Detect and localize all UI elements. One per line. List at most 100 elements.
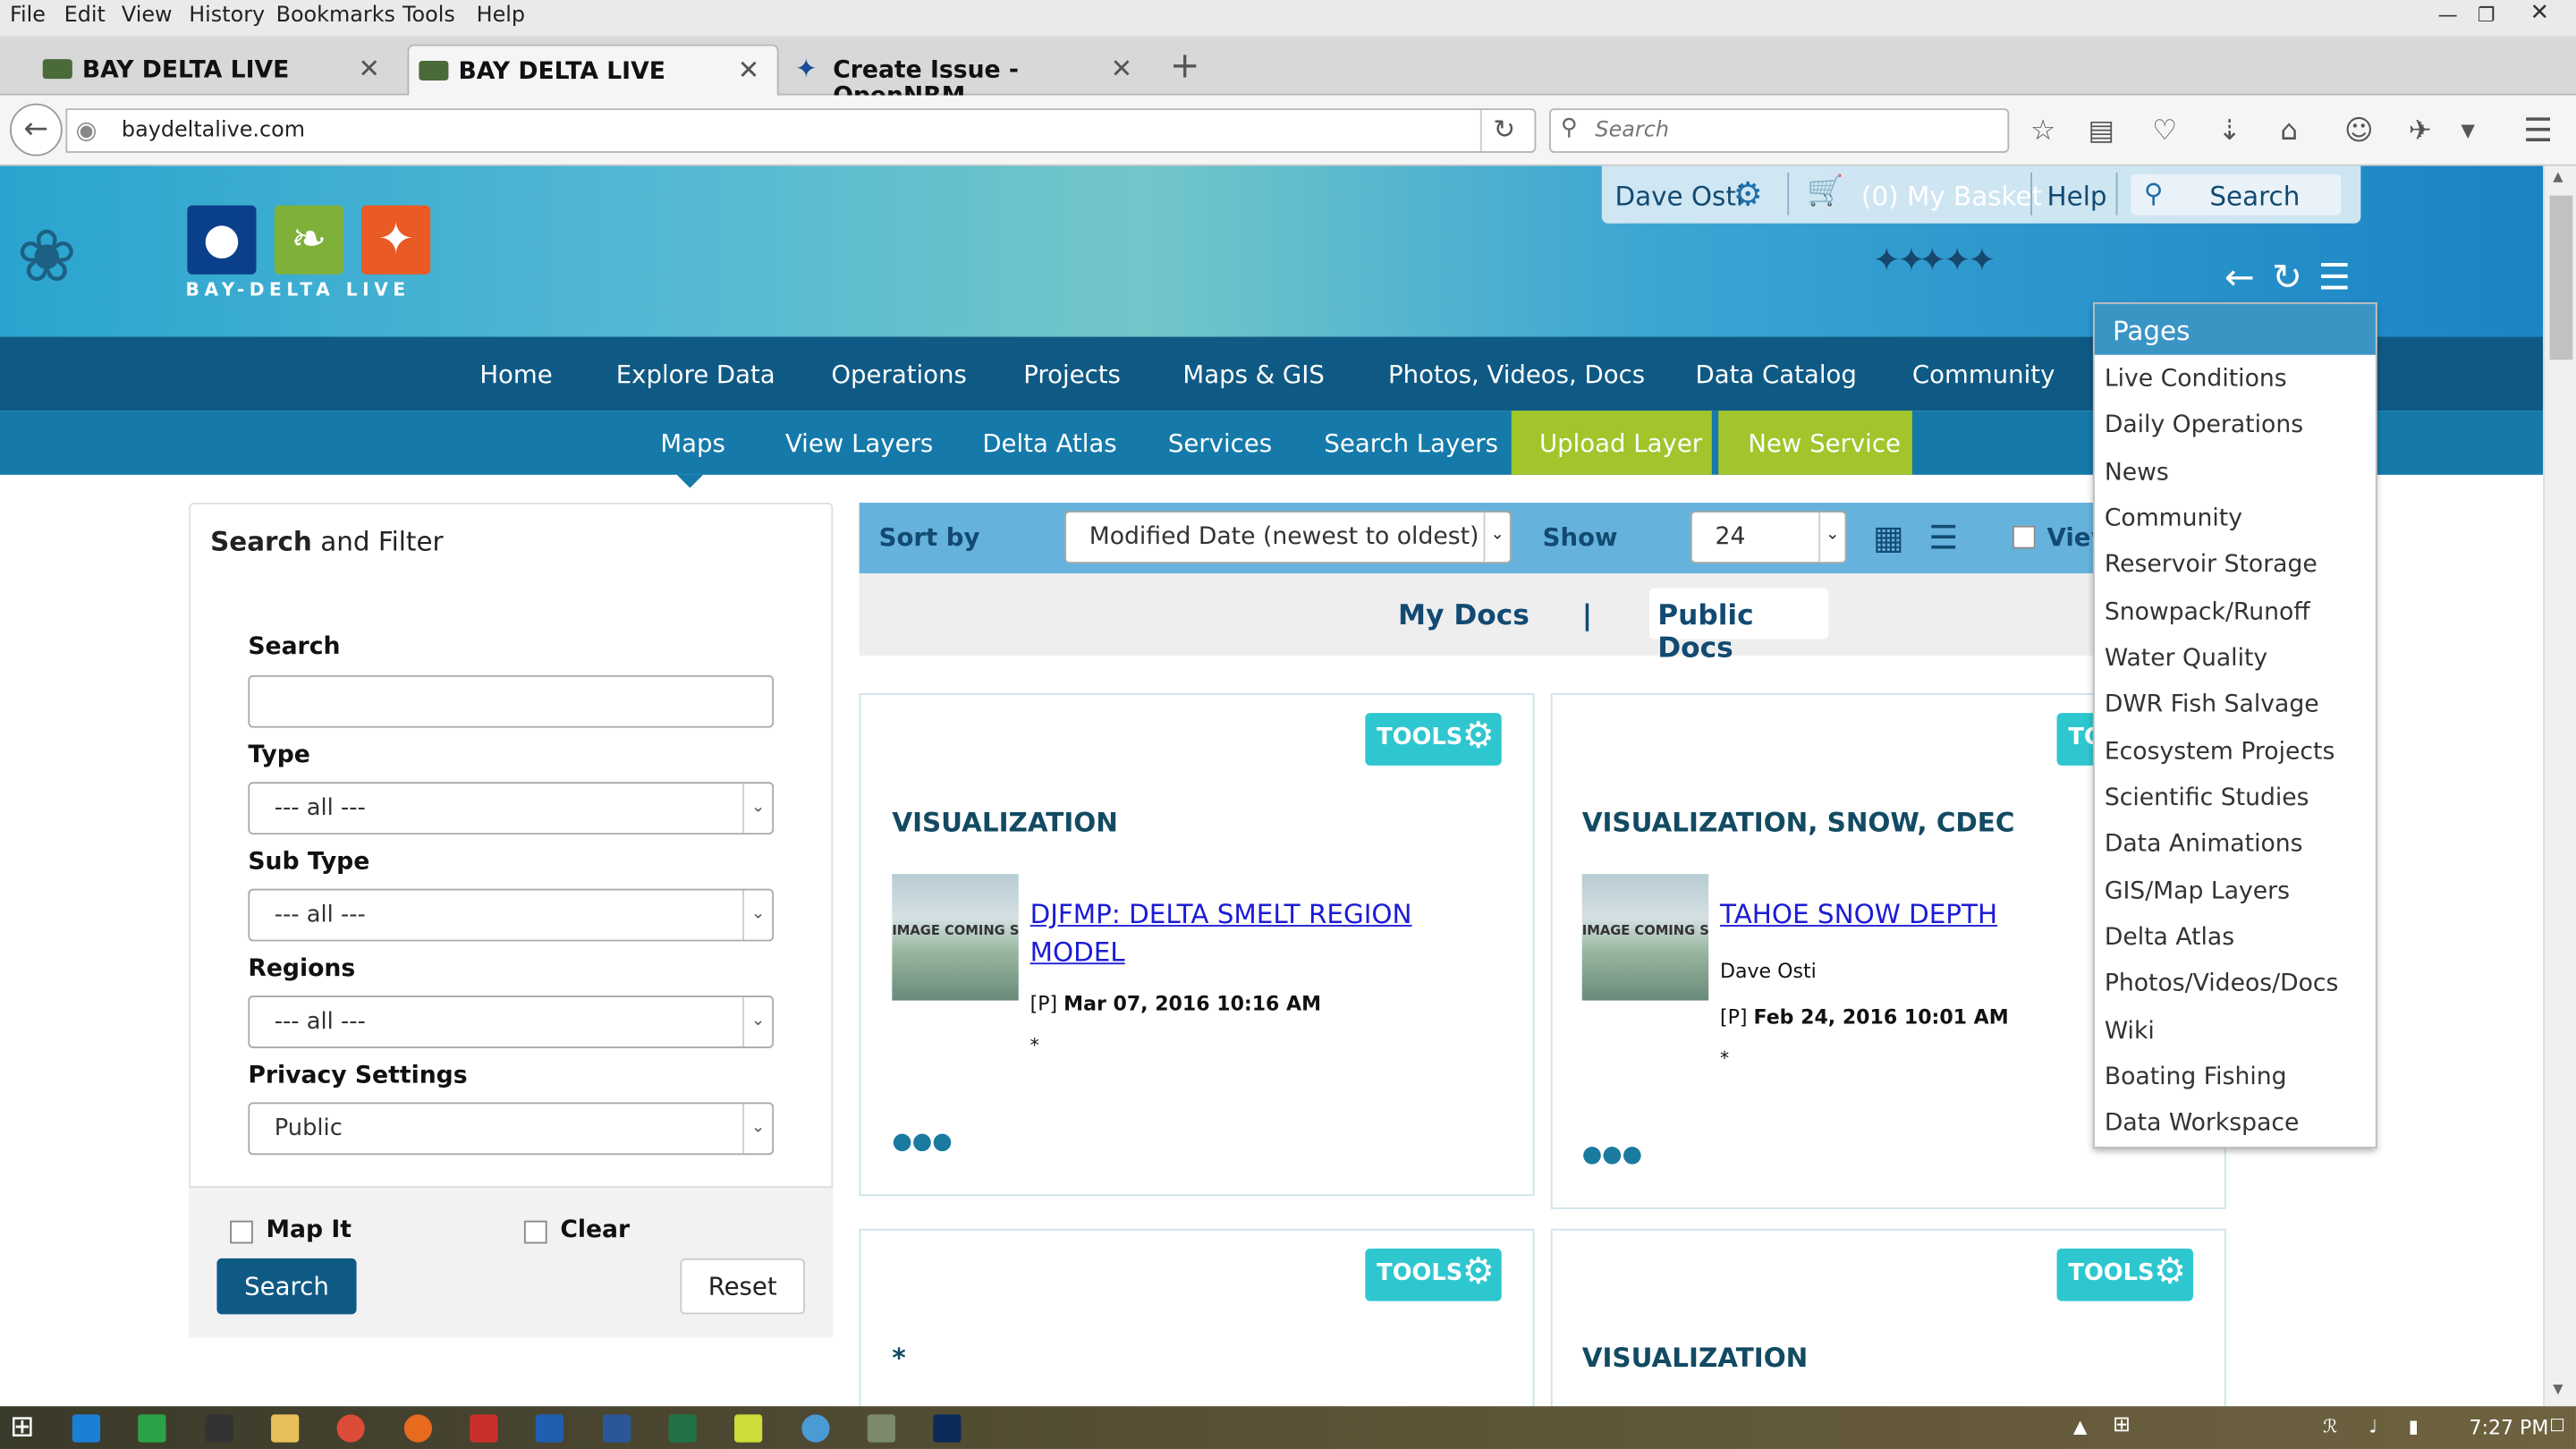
upload-layer-button[interactable]: Upload Layer [1511,411,1712,475]
pages-item[interactable]: Data Animations [2105,831,2303,857]
ie-icon[interactable] [72,1414,101,1443]
menu-tools[interactable]: Tools [402,4,455,29]
minimize-icon[interactable]: — [2438,4,2458,27]
type-select[interactable]: --- all --- ⌄ [248,782,775,835]
list-menu-icon[interactable]: ☰ [2318,258,2351,299]
hamburger-menu-icon[interactable]: ☰ [2523,110,2553,149]
outlook-icon[interactable] [535,1414,564,1443]
volume-icon[interactable]: ♩ [2369,1416,2378,1437]
user-name[interactable]: Dave Osti [1614,181,1743,212]
subnav-maps[interactable]: Maps [660,428,725,458]
back-arrow-icon[interactable]: ← [2224,258,2255,299]
tray-up-icon[interactable]: ▲ [2073,1416,2088,1437]
menu-help[interactable]: Help [477,4,525,29]
leaf-logo-icon[interactable]: ❧ [274,205,343,275]
nav-explore-data[interactable]: Explore Data [616,360,775,389]
home-icon[interactable]: ⌂ [2280,115,2298,148]
tab-close-icon[interactable]: ✕ [738,55,760,86]
acrobat-icon[interactable] [470,1414,498,1443]
restore-icon[interactable]: ❐ [2478,4,2496,27]
map-app-icon[interactable] [867,1414,896,1443]
scroll-up-icon[interactable]: ▲ [2553,169,2563,184]
menu-history[interactable]: History [189,4,265,29]
public-docs-tab[interactable]: Public Docs [1649,588,1829,665]
photoshop-icon[interactable] [933,1414,962,1443]
pages-item[interactable]: Wiki [2105,1019,2155,1045]
gear-icon[interactable]: ⚙ [1733,174,1763,214]
bookmark-star-icon[interactable]: ☆ [2030,115,2055,148]
extension-icon[interactable]: ✈ [2409,115,2432,148]
tools-button[interactable]: TOOLS⚙ [2056,1248,2193,1301]
pages-item[interactable]: Community [2105,506,2242,532]
tools-button[interactable]: TOOLS⚙ [1365,713,1502,766]
tab-close-icon[interactable]: ✕ [358,53,380,84]
subnav-services[interactable]: Services [1168,428,1272,458]
whale-logo-icon[interactable]: ● [187,205,257,275]
pages-item[interactable]: Live Conditions [2105,367,2287,393]
tab-create-issue[interactable]: ✦ Create Issue - OpenNRM ... ✕ [785,45,1147,110]
nav-projects[interactable]: Projects [1023,360,1121,389]
sort-select[interactable]: Modified Date (newest to oldest) ⌄ [1064,511,1512,564]
windows-start-icon[interactable]: ⊞ [10,1410,35,1445]
back-arrow-icon[interactable]: ← [10,103,63,157]
scrollbar-thumb[interactable] [2549,195,2573,360]
grid-view-icon[interactable]: ▦ [1873,518,1904,557]
pages-item[interactable]: Photos/Videos/Docs [2105,970,2339,996]
chrome-icon[interactable] [336,1414,365,1443]
folder-icon[interactable] [271,1414,300,1443]
app-icon[interactable] [205,1414,233,1443]
list-view-icon[interactable]: ☰ [1928,518,1958,557]
pocket-icon[interactable]: ♡ [2152,115,2177,148]
regions-select[interactable]: --- all --- ⌄ [248,996,775,1048]
new-tab-icon[interactable]: + [1170,46,1200,87]
browser-search-input[interactable]: ⚲ Search [1549,108,2010,153]
subnav-search-layers[interactable]: Search Layers [1324,428,1498,458]
clock[interactable]: 7:27 PM [2470,1416,2549,1439]
reload-icon[interactable]: ↻ [1494,114,1516,145]
notification-icon[interactable]: □ [2550,1416,2565,1434]
signal-icon[interactable]: ▮ [2409,1416,2419,1437]
nav-photos-videos-docs[interactable]: Photos, Videos, Docs [1388,360,1645,389]
bookmarks-list-icon[interactable]: ▤ [2088,115,2114,148]
nav-home[interactable]: Home [479,360,552,389]
filter-search-input[interactable] [248,674,775,728]
help-link[interactable]: Help [2047,181,2107,212]
menu-file[interactable]: File [10,4,46,29]
pages-item[interactable]: Water Quality [2105,646,2267,672]
pages-item[interactable]: News [2105,460,2169,486]
subnav-delta-atlas[interactable]: Delta Atlas [982,428,1116,458]
pages-item[interactable]: Delta Atlas [2105,925,2234,951]
view-checkbox[interactable] [2012,525,2036,549]
url-bar[interactable]: ◉ baydeltalive.com ↻ [65,108,1537,153]
word-icon[interactable] [603,1414,631,1443]
card-thumbnail[interactable]: IMAGE COMING SOON [892,874,1019,1001]
basket-link[interactable]: (0) My Basket [1861,181,2042,212]
close-window-icon[interactable]: ✕ [2530,0,2550,26]
tab-bay-delta-1[interactable]: BAY DELTA LIVE ✕ [33,45,398,96]
nav-community[interactable]: Community [1912,360,2055,389]
refresh-icon[interactable]: ↻ [2272,258,2302,299]
subnav-view-layers[interactable]: View Layers [785,428,933,458]
filter-search-button[interactable]: Search [216,1258,357,1315]
show-select[interactable]: 24 ⌄ [1690,511,1847,564]
nav-data-catalog[interactable]: Data Catalog [1695,360,1856,389]
download-icon[interactable]: ⇣ [2218,115,2241,148]
dropdown-arrow-icon[interactable]: ▼ [2461,120,2475,141]
pages-item[interactable]: Ecosystem Projects [2105,740,2335,766]
menu-view[interactable]: View [122,4,173,29]
firefox-icon[interactable] [403,1414,433,1443]
card-title-link[interactable]: TAHOE SNOW DEPTH [1720,895,1997,933]
pages-item[interactable]: Reservoir Storage [2105,552,2318,578]
store-icon[interactable] [138,1414,166,1443]
menu-bookmarks[interactable]: Bookmarks [276,4,395,29]
nav-maps-gis[interactable]: Maps & GIS [1182,360,1324,389]
reset-button[interactable]: Reset [680,1258,805,1315]
page-scrollbar[interactable]: ▲ ▼ [2543,165,2576,1407]
my-docs-tab[interactable]: My Docs [1398,599,1530,632]
card-author[interactable]: Dave Osti [1720,960,1817,983]
tab-close-icon[interactable]: ✕ [1111,53,1133,84]
pages-item[interactable]: Snowpack/Runoff [2105,599,2310,625]
chat-icon[interactable]: ☺ [2344,115,2374,148]
scroll-down-icon[interactable]: ▼ [2553,1382,2563,1397]
nav-operations[interactable]: Operations [831,360,966,389]
